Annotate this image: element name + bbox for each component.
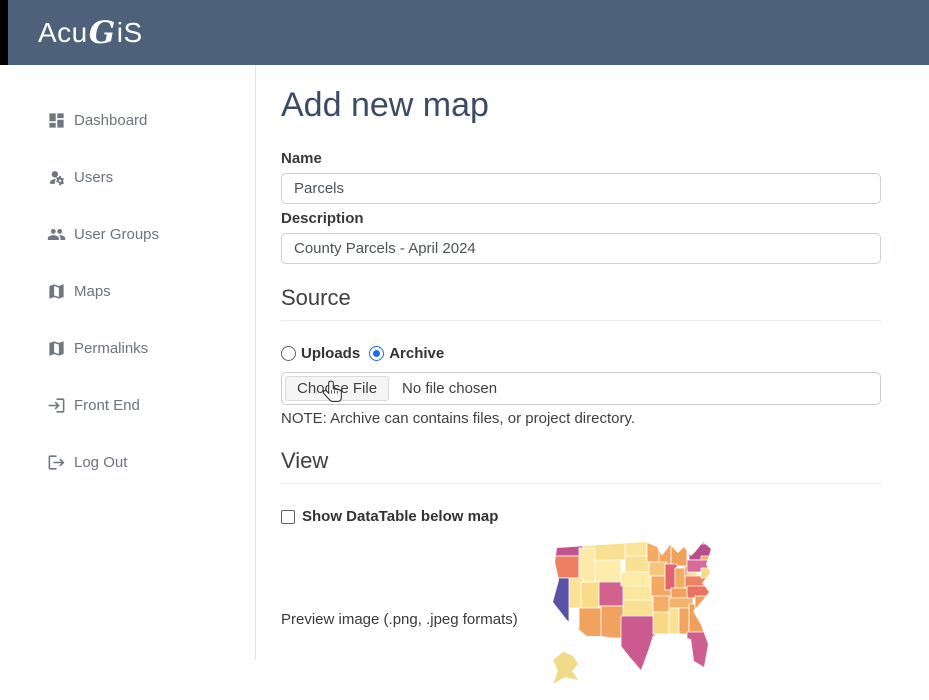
sidebar-item-log-out[interactable]: Log Out: [47, 452, 255, 472]
uploads-radio-label[interactable]: Uploads: [301, 345, 360, 362]
sidebar-item-users[interactable]: Users: [47, 167, 255, 187]
state-ID: [579, 548, 595, 582]
us-choropleth-preview-image: [545, 540, 715, 700]
description-label: Description: [281, 210, 881, 227]
state-MS: [669, 608, 679, 634]
view-section-heading: View: [281, 448, 881, 484]
file-status-text: No file chosen: [402, 380, 497, 397]
name-input[interactable]: [281, 173, 881, 204]
state-SD: [625, 556, 649, 572]
state-OK: [623, 600, 653, 616]
map-icon: [47, 339, 66, 358]
state-OR: [551, 556, 579, 578]
state-AL: [679, 608, 689, 634]
state-UT: [581, 582, 599, 608]
state-LA: [653, 612, 669, 634]
archive-file-input[interactable]: Choose File No file chosen: [281, 372, 881, 405]
state-NV: [567, 578, 583, 608]
main-content: Add new map Name Description Source Uplo…: [281, 65, 881, 686]
datatable-checkbox-row: Show DataTable below map: [281, 508, 881, 525]
state-KS: [623, 586, 653, 600]
sidebar-item-label: Log Out: [74, 454, 127, 471]
sidebar-nav: Dashboard Users User Groups Maps Permali…: [0, 65, 256, 660]
logo-text-prefix: Acu: [38, 17, 88, 49]
state-SC: [695, 596, 709, 608]
archive-note-text: NOTE: Archive can contains files, or pro…: [281, 410, 881, 427]
description-input[interactable]: [281, 233, 881, 264]
preview-image-row: Preview image (.png, .jpeg formats): [281, 553, 881, 686]
sidebar-item-label: Maps: [74, 283, 111, 300]
state-ND: [625, 540, 647, 556]
state-NM: [601, 606, 623, 638]
user-gear-icon: [47, 168, 66, 187]
logo-text-g: G: [89, 15, 116, 51]
state-FL: [687, 632, 715, 676]
archive-radio-label[interactable]: Archive: [389, 345, 444, 362]
sidebar-item-dashboard[interactable]: Dashboard: [47, 110, 255, 130]
app-header: AcuGiS: [0, 0, 929, 65]
sidebar-item-label: Front End: [74, 397, 140, 414]
sidebar-item-user-groups[interactable]: User Groups: [47, 224, 255, 244]
state-AR: [653, 596, 671, 612]
sidebar-item-maps[interactable]: Maps: [47, 281, 255, 301]
archive-radio[interactable]: [369, 346, 384, 361]
uploads-radio[interactable]: [281, 346, 296, 361]
logout-icon: [47, 453, 66, 472]
state-TX: [621, 616, 655, 676]
name-label: Name: [281, 150, 881, 167]
sidebar-item-label: Dashboard: [74, 112, 147, 129]
state-NJ: [701, 568, 713, 578]
window-edge-strip: [0, 0, 8, 65]
state-NE: [621, 572, 651, 586]
state-WI: [659, 544, 671, 564]
state-WA: [553, 540, 583, 556]
preview-image-label: Preview image (.png, .jpeg formats): [281, 611, 545, 628]
acugis-logo[interactable]: AcuGiS: [38, 0, 143, 65]
sidebar-item-permalinks[interactable]: Permalinks: [47, 338, 255, 358]
datatable-checkbox-label[interactable]: Show DataTable below map: [302, 508, 498, 525]
dashboard-icon: [47, 111, 66, 130]
page-title: Add new map: [281, 86, 881, 125]
datatable-checkbox[interactable]: [281, 510, 295, 524]
state-AK: [545, 648, 585, 688]
state-GA: [689, 604, 705, 632]
users-group-icon: [47, 225, 66, 244]
login-icon: [47, 396, 66, 415]
map-icon: [47, 282, 66, 301]
source-radio-group: Uploads Archive: [281, 345, 881, 362]
choose-file-button[interactable]: Choose File: [285, 376, 389, 401]
state-CA: [545, 578, 569, 624]
sidebar-item-label: User Groups: [74, 226, 159, 243]
state-IN: [675, 568, 685, 588]
sidebar-item-label: Permalinks: [74, 340, 148, 357]
state-AZ: [579, 608, 601, 638]
state-MI: [671, 544, 687, 566]
source-section-heading: Source: [281, 285, 881, 321]
logo-text-suffix: iS: [117, 17, 143, 49]
sidebar-item-label: Users: [74, 169, 113, 186]
state-IA: [649, 562, 667, 576]
state-WY: [595, 560, 621, 582]
sidebar-item-front-end[interactable]: Front End: [47, 395, 255, 415]
